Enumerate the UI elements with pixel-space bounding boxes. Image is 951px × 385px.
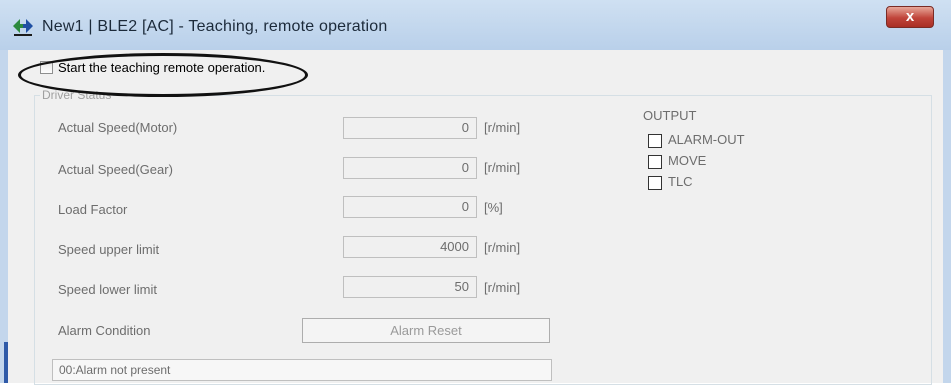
load-factor-label: Load Factor [58, 202, 128, 217]
speed-upper-limit-unit: [r/min] [484, 240, 521, 255]
actual-speed-gear-unit: [r/min] [484, 160, 521, 175]
speed-upper-limit-label: Speed upper limit [58, 242, 160, 257]
move-label: MOVE [668, 153, 707, 168]
move-indicator [648, 155, 662, 169]
window-left-border [0, 50, 8, 383]
actual-speed-gear-field: 0 [343, 157, 477, 179]
output-title: OUTPUT [643, 108, 697, 123]
speed-lower-limit-label: Speed lower limit [58, 282, 157, 297]
window-title: New1 | BLE2 [AC] - Teaching, remote oper… [42, 18, 388, 35]
alarm-out-label: ALARM-OUT [668, 132, 745, 147]
alarm-out-indicator [648, 134, 662, 148]
tlc-indicator [648, 176, 662, 190]
speed-upper-limit-field: 4000 [343, 236, 477, 258]
actual-speed-motor-field: 0 [343, 117, 477, 139]
alarm-condition-field: 00:Alarm not present [52, 359, 552, 381]
title-bar: New1 | BLE2 [AC] - Teaching, remote oper… [0, 0, 951, 50]
load-factor-field: 0 [343, 196, 477, 218]
alarm-condition-label: Alarm Condition [58, 323, 151, 338]
alarm-reset-button[interactable]: Alarm Reset [302, 318, 550, 343]
load-factor-unit: [%] [484, 200, 503, 215]
actual-speed-gear-label: Actual Speed(Gear) [58, 162, 173, 177]
app-icon [13, 19, 33, 36]
actual-speed-motor-label: Actual Speed(Motor) [58, 120, 178, 135]
speed-lower-limit-field: 50 [343, 276, 477, 298]
speed-lower-limit-unit: [r/min] [484, 280, 521, 295]
window-right-border [943, 50, 951, 383]
tlc-label: TLC [668, 174, 693, 189]
close-button[interactable]: x [886, 6, 934, 28]
highlight-ellipse [18, 53, 308, 97]
application-window: New1 | BLE2 [AC] - Teaching, remote oper… [0, 0, 951, 385]
actual-speed-motor-unit: [r/min] [484, 120, 521, 135]
